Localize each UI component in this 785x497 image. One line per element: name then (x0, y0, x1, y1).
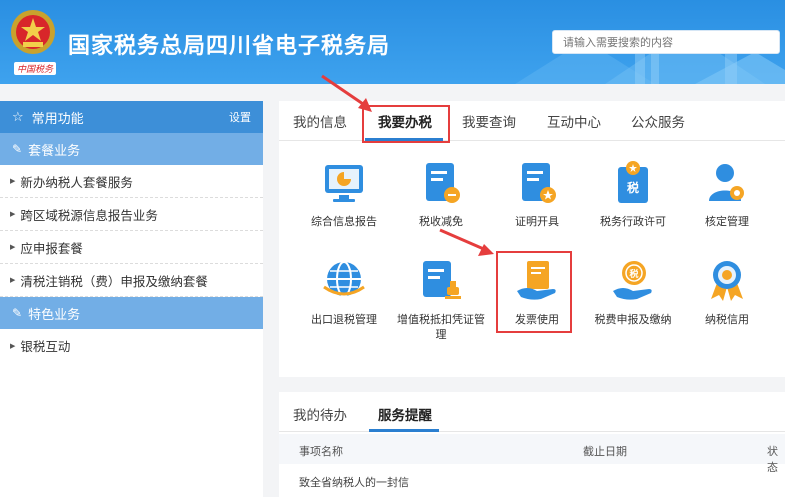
tab-interaction[interactable]: 互动中心 (547, 111, 601, 131)
tab-service-reminder[interactable]: 服务提醒 (378, 404, 432, 424)
section-label: 特色业务 (28, 307, 81, 323)
doc-stamp-icon (423, 261, 461, 299)
tab-my-todo[interactable]: 我的待办 (293, 404, 347, 424)
service-label: 纳税信用 (705, 313, 749, 326)
service-label: 税务行政许可 (600, 215, 666, 228)
sidebar-item-cross-region[interactable]: ▶ 跨区域税源信息报告业务 (0, 198, 263, 231)
tab-public-service[interactable]: 公众服务 (631, 111, 685, 131)
triangle-right-icon: ▶ (10, 341, 16, 350)
service-label: 综合信息报告 (311, 215, 377, 228)
sidebar-item-new-taxpayer[interactable]: ▶ 新办纳税人套餐服务 (0, 165, 263, 198)
sidebar-item-label: 应申报套餐 (20, 240, 83, 256)
service-tax-filing-payment[interactable]: 税 税费申报及缴纳 (585, 257, 681, 327)
sidebar-item-deregistration[interactable]: ▶ 清税注销税（费）申报及缴纳套餐 (0, 264, 263, 297)
service-assessment[interactable]: 核定管理 (679, 159, 775, 229)
service-vat-deduction[interactable]: 增值税抵扣凭证管理 (393, 257, 489, 342)
active-tab-indicator (369, 429, 439, 432)
service-comprehensive-report[interactable]: 综合信息报告 (296, 159, 392, 229)
sidebar-section-featured[interactable]: ✎ 特色业务 (0, 297, 263, 329)
tab-query[interactable]: 我要查询 (462, 111, 516, 131)
sidebar-item-label: 银税互动 (20, 339, 71, 354)
svg-text:税: 税 (627, 180, 639, 195)
star-icon: ☆ (12, 109, 24, 125)
globe-icon (323, 261, 365, 297)
tax-badge-icon: 税 (618, 161, 648, 203)
sidebar: ☆ 常用功能 设置 ✎ 套餐业务 ▶ 新办纳税人套餐服务 ▶ 跨区域税源信息报告… (0, 101, 263, 497)
main-panel: 我的信息 我要办税 我要查询 互动中心 公众服务 综合信息报告 税收减免 证明开… (279, 101, 785, 377)
sidebar-item-label: 新办纳税人套餐服务 (20, 174, 133, 190)
service-tax-credit[interactable]: 纳税信用 (679, 257, 775, 327)
search-input[interactable] (552, 30, 780, 54)
settings-link[interactable]: 设置 (229, 109, 251, 125)
service-tax-reduction[interactable]: 税收减免 (393, 159, 489, 229)
sidebar-item-label: 清税注销税（费）申报及缴纳套餐 (20, 273, 208, 289)
triangle-right-icon: ▶ (10, 276, 16, 284)
table-row[interactable]: 致全省纳税人的一封信 (279, 470, 785, 494)
tax-emblem-icon (11, 10, 55, 54)
svg-text:税: 税 (629, 268, 638, 280)
red-arrow-icon (321, 74, 372, 112)
pencil-icon: ✎ (12, 142, 23, 156)
triangle-right-icon: ▶ (10, 177, 16, 185)
sidebar-section-package[interactable]: ✎ 套餐业务 (0, 133, 263, 165)
site-header: 中国税务 国家税务总局四川省电子税务局 (0, 0, 785, 84)
table-header: 事项名称 截止日期 状态 (279, 434, 785, 474)
red-arrow-icon (439, 228, 494, 256)
row-item-name[interactable]: 致全省纳税人的一封信 (299, 474, 409, 490)
service-label: 出口退税管理 (311, 313, 377, 326)
service-admin-permit[interactable]: 税 税务行政许可 (585, 159, 681, 229)
triangle-right-icon: ▶ (10, 210, 16, 218)
service-label: 核定管理 (705, 215, 749, 228)
service-label: 税费申报及缴纳 (594, 313, 672, 326)
reminder-panel: 我的待办 服务提醒 事项名称 截止日期 状态 致全省纳税人的一封信 (279, 392, 785, 497)
service-label: 增值税抵扣凭证管理 (397, 313, 485, 341)
service-label: 证明开具 (515, 215, 559, 228)
monitor-chart-icon (325, 165, 363, 202)
column-item-name: 事项名称 (299, 445, 343, 458)
sidebar-item-bank-tax[interactable]: ▶ 银税互动 (0, 329, 263, 362)
section-label: 套餐业务 (28, 143, 81, 159)
column-deadline: 截止日期 (583, 445, 627, 458)
bottom-tabs: 我的待办 服务提醒 (279, 392, 785, 432)
site-title[interactable]: 国家税务总局四川省电子税务局 (68, 28, 390, 60)
triangle-right-icon: ▶ (10, 243, 16, 251)
invoice-highlight-box (496, 251, 572, 333)
sidebar-item-label: 跨区域税源信息报告业务 (20, 207, 158, 223)
sidebar-header: ☆ 常用功能 设置 (0, 101, 263, 133)
service-certificate[interactable]: 证明开具 (489, 159, 585, 229)
pencil-icon: ✎ (12, 306, 23, 320)
doc-minus-icon (426, 163, 460, 203)
service-export-refund[interactable]: 出口退税管理 (296, 257, 392, 327)
person-gear-icon (709, 164, 744, 201)
doc-star-icon (522, 163, 556, 203)
sidebar-title: 常用功能 (31, 111, 84, 127)
medal-icon (711, 261, 743, 301)
emblem-caption: 中国税务 (14, 62, 57, 75)
sidebar-item-declaration[interactable]: ▶ 应申报套餐 (0, 231, 263, 264)
hand-coin-icon: 税 (613, 261, 652, 300)
